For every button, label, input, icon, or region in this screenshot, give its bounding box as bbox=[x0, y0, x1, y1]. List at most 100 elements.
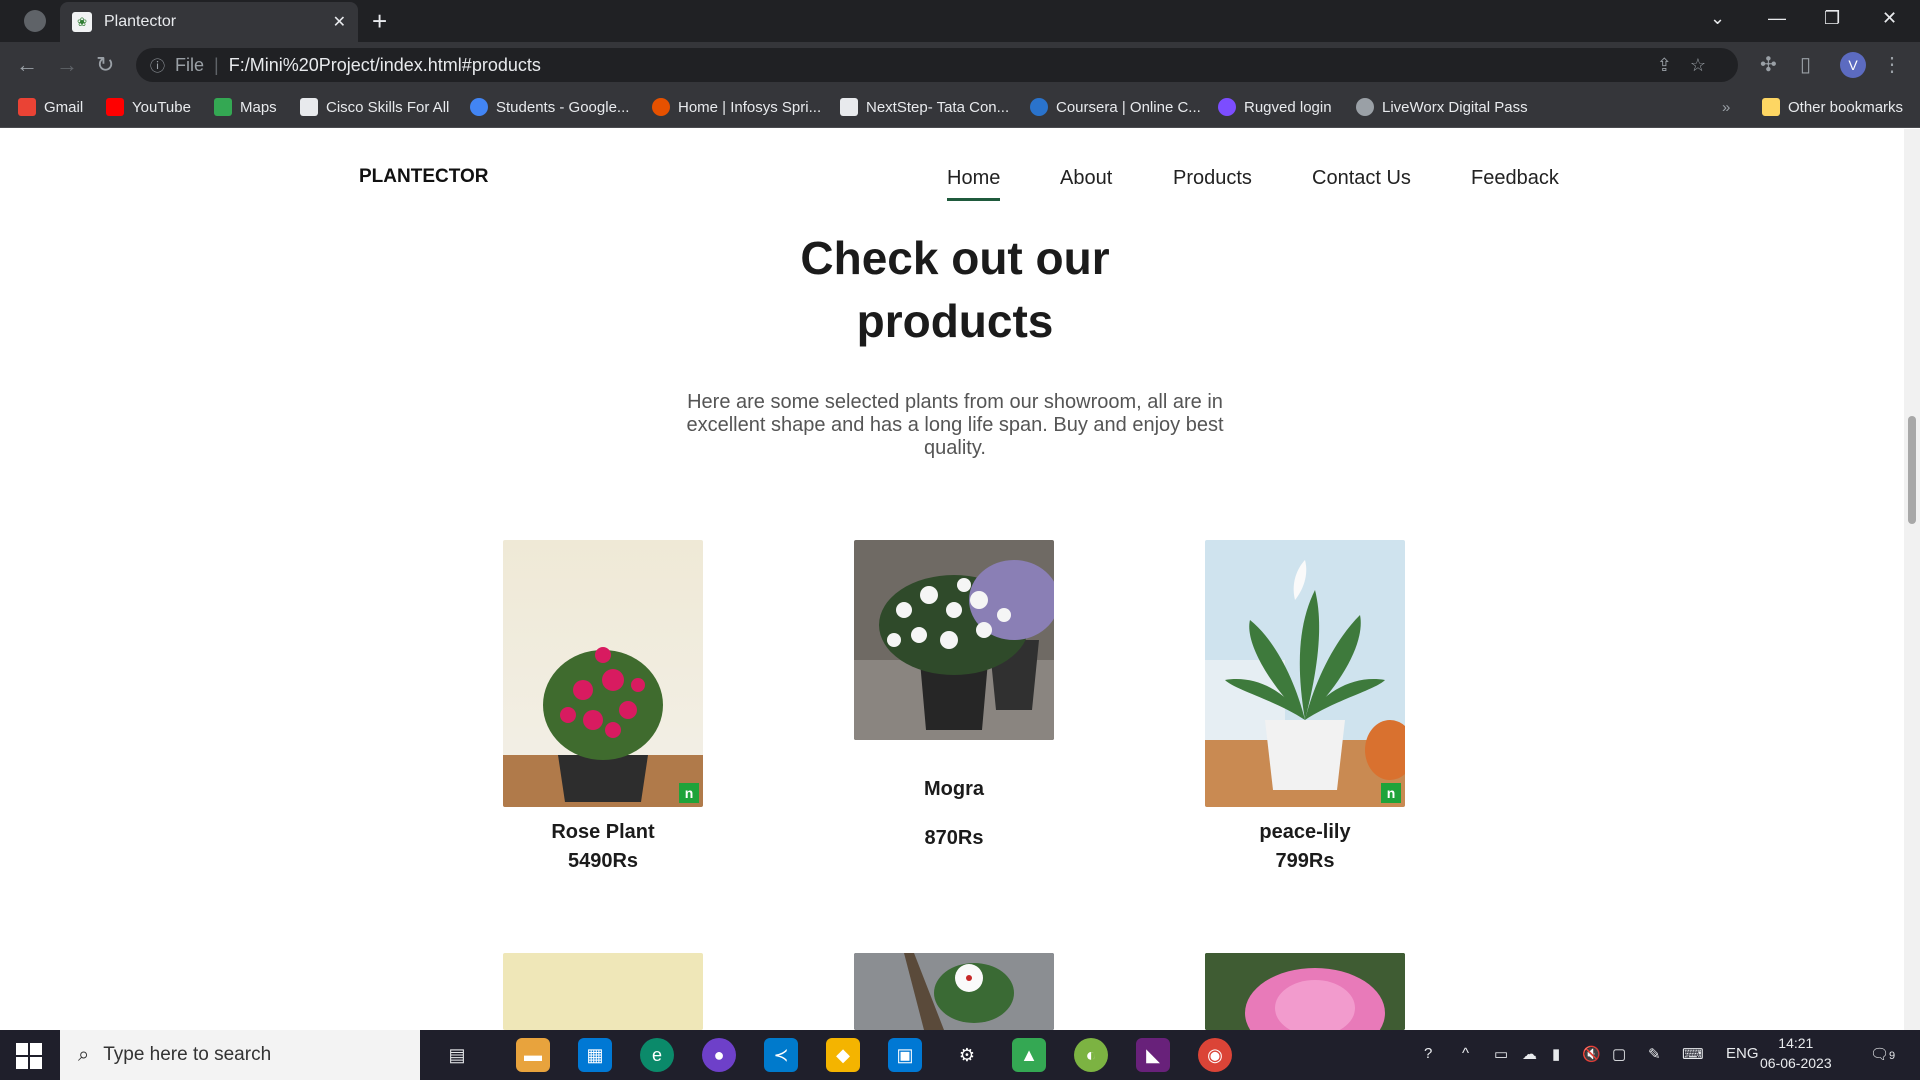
web-page: PLANTECTOR Home About Products Contact U… bbox=[0, 129, 1904, 1030]
mogra-image[interactable] bbox=[854, 540, 1054, 740]
tab-plantector[interactable]: ❀ Plantector ✕ bbox=[60, 2, 358, 42]
plant-favicon-icon: ❀ bbox=[72, 12, 92, 32]
side-panel-icon[interactable]: ▯ bbox=[1800, 52, 1811, 77]
bookmark-label: Maps bbox=[240, 98, 277, 116]
minimize-icon[interactable]: — bbox=[1768, 8, 1786, 29]
share-star-icons[interactable]: ⇪☆ bbox=[1657, 55, 1724, 76]
page-subtitle: Here are some selected plants from our s… bbox=[686, 391, 1224, 459]
infosys-icon bbox=[652, 98, 670, 116]
settings-gear-icon[interactable]: ⚙ bbox=[950, 1038, 984, 1072]
chrome-icon[interactable]: ◉ bbox=[1198, 1038, 1232, 1072]
bookmark-label: Other bookmarks bbox=[1788, 98, 1904, 116]
reload-icon[interactable]: ↻ bbox=[96, 52, 114, 78]
bookmark-rugved[interactable]: Rugved login bbox=[1218, 96, 1332, 118]
address-bar[interactable]: ⓘ File | F:/Mini%20Project/index.html#pr… bbox=[136, 48, 1738, 82]
gmail-icon bbox=[18, 98, 36, 116]
taskbar-search[interactable]: ⌕ Type here to search bbox=[60, 1030, 420, 1080]
github-icon[interactable]: ● bbox=[702, 1038, 736, 1072]
site-brand[interactable]: PLANTECTOR bbox=[359, 166, 488, 188]
peace-lily-image[interactable]: n bbox=[1205, 540, 1405, 807]
bookmark-maps[interactable]: Maps bbox=[214, 96, 277, 118]
rugved-icon bbox=[1218, 98, 1236, 116]
windows-start-icon[interactable] bbox=[16, 1043, 42, 1069]
scrollbar-thumb[interactable] bbox=[1908, 416, 1916, 524]
clock[interactable]: 14:21 06-06-2023 bbox=[1760, 1033, 1832, 1073]
google-drive-icon[interactable]: ▲ bbox=[1012, 1038, 1046, 1072]
nav-about[interactable]: About bbox=[1060, 167, 1112, 190]
product-price: 5490Rs bbox=[567, 850, 639, 872]
vscode-icon[interactable]: ≺ bbox=[764, 1038, 798, 1072]
menu-kebab-icon[interactable]: ⋮ bbox=[1882, 52, 1902, 77]
visual-studio-icon[interactable]: ◣ bbox=[1136, 1038, 1170, 1072]
close-icon[interactable]: ✕ bbox=[333, 12, 346, 32]
bookmark-liveworx[interactable]: LiveWorx Digital Pass bbox=[1356, 96, 1528, 118]
bookmark-label: Gmail bbox=[44, 98, 84, 116]
keyboard-icon[interactable]: ⌨ bbox=[1682, 1045, 1704, 1063]
url-text[interactable]: F:/Mini%20Project/index.html#products bbox=[229, 55, 541, 76]
product-name: Mogra bbox=[924, 778, 984, 800]
network-icon[interactable]: ▢ bbox=[1612, 1045, 1626, 1063]
avatar[interactable]: V bbox=[1840, 52, 1866, 78]
git-icon[interactable]: ◆ bbox=[826, 1038, 860, 1072]
bookmark-label: Cisco Skills For All bbox=[326, 98, 450, 116]
bookmark-cisco[interactable]: Cisco Skills For All bbox=[300, 96, 449, 118]
folder-icon bbox=[1762, 98, 1780, 116]
bookmarks-overflow-icon[interactable]: » bbox=[1722, 96, 1730, 118]
product-image-partial[interactable] bbox=[1205, 953, 1405, 1030]
window-close-icon[interactable]: ✕ bbox=[1882, 8, 1897, 29]
tray-chevron-up-icon[interactable]: ^ bbox=[1462, 1045, 1469, 1062]
page-scrollbar[interactable] bbox=[1904, 129, 1920, 1030]
new-tab-plus-icon[interactable]: + bbox=[372, 6, 387, 37]
product-image-partial[interactable] bbox=[854, 953, 1054, 1030]
forward-arrow-icon[interactable]: → bbox=[56, 52, 78, 78]
android-studio-icon[interactable]: ◐ bbox=[1074, 1038, 1108, 1072]
maps-icon bbox=[214, 98, 232, 116]
bookmark-other[interactable]: Other bookmarks bbox=[1762, 96, 1903, 118]
volume-mute-icon[interactable]: 🔇 bbox=[1582, 1045, 1601, 1063]
browser-profile-icon[interactable] bbox=[24, 10, 46, 32]
product-card[interactable]: n peace-lily 799Rs bbox=[1205, 540, 1405, 873]
tab-search-chevron-icon[interactable]: ⌄ bbox=[1710, 8, 1725, 29]
help-icon[interactable]: ? bbox=[1424, 1045, 1432, 1062]
product-image-partial[interactable] bbox=[503, 953, 703, 1030]
bookmark-coursera[interactable]: Coursera | Online C... bbox=[1030, 96, 1201, 118]
bookmark-nextstep[interactable]: NextStep- Tata Con... bbox=[840, 96, 1009, 118]
bookmark-youtube[interactable]: YouTube bbox=[106, 96, 191, 118]
back-arrow-icon[interactable]: ← bbox=[16, 52, 38, 78]
bookmark-gmail[interactable]: Gmail bbox=[18, 96, 83, 118]
nav-products[interactable]: Products bbox=[1173, 167, 1252, 190]
extensions-puzzle-icon[interactable]: ✣ bbox=[1760, 52, 1777, 77]
search-icon: ⌕ bbox=[78, 1043, 90, 1066]
nav-feedback[interactable]: Feedback bbox=[1471, 167, 1559, 190]
clock-time: 14:21 bbox=[1778, 1035, 1814, 1051]
task-view-icon[interactable]: ▤ bbox=[440, 1038, 474, 1072]
onedrive-icon[interactable]: ☁ bbox=[1522, 1045, 1537, 1063]
nav-contact-us[interactable]: Contact Us bbox=[1312, 167, 1411, 190]
notification-center-icon[interactable]: 🗨9 bbox=[1870, 1045, 1895, 1063]
battery-icon[interactable]: ▮ bbox=[1552, 1045, 1560, 1063]
nav-home[interactable]: Home bbox=[947, 167, 1001, 201]
bookmark-label: Rugved login bbox=[1244, 98, 1332, 116]
product-name: Rose Plant bbox=[551, 821, 655, 843]
edge-icon[interactable]: e bbox=[640, 1038, 674, 1072]
bookmark-infosys[interactable]: Home | Infosys Spri... bbox=[652, 96, 821, 118]
bookmark-label: Home | Infosys Spri... bbox=[678, 98, 822, 116]
language-indicator[interactable]: ENG bbox=[1726, 1045, 1759, 1062]
product-card[interactable]: n Rose Plant 5490Rs bbox=[503, 540, 703, 873]
product-price: 870Rs bbox=[924, 827, 984, 849]
cisco-icon bbox=[300, 98, 318, 116]
file-explorer-icon[interactable]: ▬ bbox=[516, 1038, 550, 1072]
bookmark-students-google[interactable]: Students - Google... bbox=[470, 96, 629, 118]
google-icon bbox=[470, 98, 488, 116]
office-store-icon[interactable]: ▣ bbox=[888, 1038, 922, 1072]
bookmark-label: LiveWorx Digital Pass bbox=[1382, 98, 1528, 116]
info-icon[interactable]: ⓘ bbox=[150, 55, 165, 76]
url-separator: | bbox=[214, 54, 219, 75]
search-placeholder: Type here to search bbox=[103, 1044, 272, 1065]
pen-icon[interactable]: ✎ bbox=[1648, 1045, 1661, 1063]
microsoft-store-icon[interactable]: ▦ bbox=[578, 1038, 612, 1072]
rose-plant-image[interactable]: n bbox=[503, 540, 703, 807]
restore-icon[interactable]: ❐ bbox=[1824, 8, 1840, 29]
product-card[interactable]: Mogra 870Rs bbox=[854, 540, 1054, 850]
meet-icon[interactable]: ▭ bbox=[1494, 1045, 1508, 1063]
